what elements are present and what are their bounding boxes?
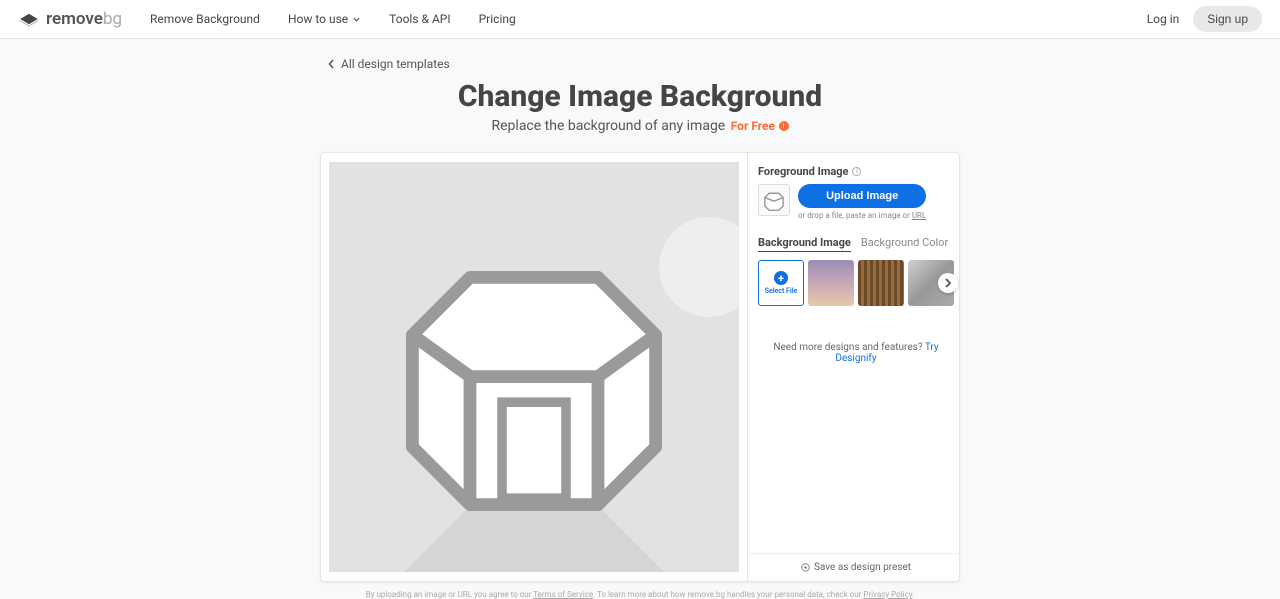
login-link[interactable]: Log in [1147, 12, 1180, 26]
nav-how-to-use-label: How to use [288, 12, 348, 26]
logo-icon [18, 12, 40, 26]
foreground-label-text: Foreground Image [758, 165, 848, 178]
foreground-thumbnail[interactable] [758, 184, 790, 216]
subtitle-text: Replace the background of any image [492, 118, 726, 134]
nav-right: Log in Sign up [1147, 6, 1262, 32]
info-icon[interactable]: i [852, 167, 861, 176]
tab-background-color[interactable]: Background Color [861, 236, 948, 252]
footer-legal: By uploading an image or URL you agree t… [320, 590, 960, 599]
save-preset-button[interactable]: Save as design preset [748, 553, 964, 581]
nav-tools-api[interactable]: Tools & API [389, 12, 450, 26]
footer-prefix: By uploading an image or URL you agree t… [366, 590, 534, 599]
chevron-down-icon [352, 15, 361, 24]
bg-tile-stripes[interactable] [858, 260, 904, 306]
drop-text: or drop a file, paste an image or URL [798, 211, 926, 220]
footer-suffix: . [912, 590, 914, 599]
breadcrumb-label: All design templates [341, 57, 450, 71]
chevron-right-icon [944, 278, 952, 288]
bg-tile-sunset[interactable] [808, 260, 854, 306]
breadcrumb-back[interactable]: All design templates [328, 57, 960, 71]
designify-prefix: Need more designs and features? [773, 342, 924, 353]
navbar: removebg Remove Background How to use To… [0, 0, 1280, 39]
footer-middle: . To learn more about how remove.bg hand… [593, 590, 863, 599]
page-subtitle: Replace the background of any image For … [320, 118, 960, 134]
nav-pricing[interactable]: Pricing [479, 12, 516, 26]
foreground-row: Upload Image or drop a file, paste an im… [758, 184, 954, 220]
privacy-link[interactable]: Privacy Policy [863, 590, 912, 599]
save-preset-label: Save as design preset [814, 562, 911, 573]
logo-text-main: remove [46, 9, 103, 29]
logo[interactable]: removebg [18, 9, 122, 29]
carousel-next-button[interactable] [938, 273, 958, 293]
nav-remove-background[interactable]: Remove Background [150, 12, 260, 26]
foreground-actions: Upload Image or drop a file, paste an im… [798, 184, 926, 220]
gear-icon [801, 563, 810, 572]
terms-link[interactable]: Terms of Service [533, 590, 593, 599]
designify-promo: Need more designs and features? Try Desi… [758, 342, 954, 364]
for-free-badge: For Free [731, 119, 775, 133]
content: All design templates Change Image Backgr… [320, 39, 960, 599]
nav-how-to-use[interactable]: How to use [288, 12, 361, 26]
plus-icon: + [774, 271, 788, 285]
nav-left: removebg Remove Background How to use To… [18, 9, 516, 29]
preview-canvas[interactable] [329, 162, 739, 572]
select-file-tile[interactable]: + Select File [758, 260, 804, 306]
tab-background-image[interactable]: Background Image [758, 236, 851, 252]
signup-button[interactable]: Sign up [1193, 6, 1262, 32]
info-icon[interactable]: i [779, 121, 789, 131]
logo-text-suffix: bg [103, 9, 122, 29]
url-link[interactable]: URL [912, 211, 926, 220]
chevron-left-icon [328, 59, 335, 69]
cube-thumb-icon [762, 188, 786, 212]
preview-pane [321, 153, 748, 581]
page-title: Change Image Background [320, 79, 960, 114]
drop-prefix: or drop a file, paste an image or [798, 211, 912, 220]
cube-placeholder-icon [374, 207, 694, 527]
editor: Foreground Image i Upload Image or drop … [320, 152, 960, 582]
foreground-label: Foreground Image i [758, 165, 954, 178]
upload-image-button[interactable]: Upload Image [798, 184, 926, 208]
select-file-label: Select File [765, 287, 798, 295]
bg-tabs: Background Image Background Color [758, 236, 954, 252]
sidebar-panel: Foreground Image i Upload Image or drop … [748, 153, 964, 581]
bg-image-strip: + Select File [758, 260, 954, 306]
